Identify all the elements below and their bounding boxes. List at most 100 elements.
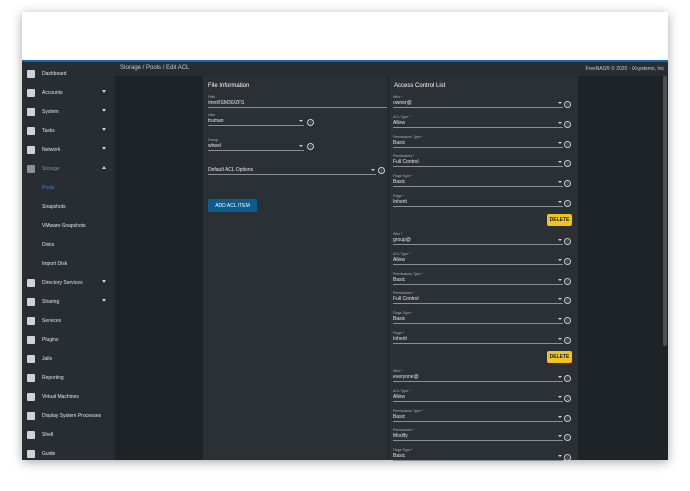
help-icon[interactable]: ? [564,454,571,462]
breadcrumb-bar: Storage / Pools / Edit ACL FreeNAS® © 20… [115,62,668,76]
dropdown-arrow-icon [558,201,562,203]
plugins-icon [27,335,35,344]
permissions-select[interactable]: Permissions * Modify [393,428,563,442]
acl-type-select[interactable]: ACL Type * Allow [393,389,563,402]
dropdown-arrow-icon [558,258,562,261]
who-select[interactable]: Who * everyone@ [393,369,563,382]
dropdown-arrow-icon [558,435,562,438]
help-icon[interactable]: ? [564,140,571,148]
help-icon[interactable]: ? [564,394,571,402]
sidebar-item-snapshots[interactable]: Snapshots [22,197,115,216]
flags-type-select[interactable]: Flags Type * Basic [393,174,563,188]
group-field[interactable]: Group wheel [208,138,304,151]
breadcrumb[interactable]: Storage / Pools / Edit ACL [120,65,189,71]
reporting-icon [27,373,35,382]
tasks-icon [27,126,35,135]
dropdown-arrow-icon [558,181,562,184]
jails-icon [27,354,35,363]
permissions-type-select[interactable]: Permissions Type * Basic [393,409,563,422]
flags-select[interactable]: Flags * Inherit [393,194,563,207]
help-icon[interactable]: ? [564,257,571,265]
processes-icon [27,411,35,420]
flags-type-select[interactable]: Flags Type * Basic [393,448,563,462]
guide-icon [27,449,35,458]
dropdown-arrow-icon [558,102,562,104]
help-icon[interactable]: ? [307,143,314,150]
help-icon[interactable]: ? [564,414,571,422]
accounts-icon [27,88,35,97]
sidebar-item-shell[interactable]: Shell [22,425,115,444]
chevron-down-icon [102,280,106,283]
sidebar-item-directory-services[interactable]: Directory Services [22,273,115,292]
sidebar-item-display-system-processes[interactable]: Display System Processes [22,406,115,425]
dropdown-arrow-icon [558,121,562,124]
dropdown-arrow-icon [558,298,562,301]
permissions-select[interactable]: Permissions * Full Control [393,291,563,305]
dropdown-arrow-icon [558,415,562,418]
help-icon[interactable]: ? [564,238,571,245]
sidebar-item-plugins[interactable]: Plugins [22,330,115,349]
sidebar-item-disks[interactable]: Disks [22,235,115,254]
delete-acl-item-button[interactable]: DELETE [547,214,572,226]
delete-acl-item-button[interactable]: DELETE [547,351,572,363]
dropdown-arrow-icon [558,239,562,241]
dropdown-arrow-icon [558,395,562,398]
sidebar-item-reporting[interactable]: Reporting [22,368,115,387]
dropdown-arrow-icon [299,120,303,122]
dropdown-arrow-icon [558,318,562,321]
chevron-down-icon [102,299,106,302]
storage-icon [27,164,35,173]
help-icon[interactable]: ? [564,101,571,108]
acl-type-select[interactable]: ACL Type * Allow [393,252,563,265]
path-field[interactable]: Path /mnt/ISM30/ZFS [208,95,387,108]
sidebar-item-dashboard[interactable]: Dashboard [22,64,115,83]
sidebar-item-guide[interactable]: Guide [22,444,115,460]
flags-type-select[interactable]: Flags Type * Basic [393,311,563,325]
sidebar-item-vmware-snapshots[interactable]: VMware-Snapshots [22,216,115,235]
help-icon[interactable]: ? [564,375,571,382]
scrollbar[interactable] [663,76,667,346]
sidebar-item-pools[interactable]: Pools [22,178,115,197]
sidebar-item-tasks[interactable]: Tasks [22,121,115,140]
sidebar-item-virtual-machines[interactable]: Virtual Machines [22,387,115,406]
directory-services-icon [27,278,35,287]
sidebar-item-network[interactable]: Network [22,140,115,159]
permissions-type-select[interactable]: Permissions Type * Basic [393,272,563,285]
dropdown-arrow-icon [558,376,562,378]
right-gutter [578,76,668,460]
dropdown-arrow-icon [558,278,562,281]
system-icon [27,107,35,116]
flags-select[interactable]: Flags * Inherit [393,331,563,344]
sidebar-item-sharing[interactable]: Sharing [22,292,115,311]
dropdown-arrow-icon [558,141,562,144]
chevron-down-icon [102,90,106,93]
sidebar-item-import-disk[interactable]: Import Disk [22,254,115,273]
virtual-machines-icon [27,392,35,401]
help-icon[interactable]: ? [564,120,571,128]
access-control-list-title: Access Control List [394,83,446,89]
dropdown-arrow-icon [558,161,562,164]
default-acl-options-select[interactable]: Default ACL Options [208,166,376,175]
help-icon[interactable]: ? [564,200,571,207]
help-icon[interactable]: ? [307,119,314,126]
who-select[interactable]: Who * owner@ [393,95,563,108]
sidebar-item-accounts[interactable]: Accounts [22,83,115,102]
user-field[interactable]: User truman [208,113,304,126]
sidebar-item-storage[interactable]: Storage [22,159,115,178]
dropdown-arrow-icon [558,455,562,458]
permissions-type-select[interactable]: Permissions Type * Basic [393,135,563,148]
permissions-select[interactable]: Permissions * Full Control [393,154,563,168]
file-information-panel [203,76,388,460]
who-select[interactable]: Who * group@ [393,232,563,245]
chevron-up-icon [102,166,106,169]
acl-type-select[interactable]: ACL Type * Allow [393,115,563,128]
chevron-down-icon [102,147,106,150]
sidebar-item-system[interactable]: System [22,102,115,121]
add-acl-item-button[interactable]: ADD ACL ITEM [208,199,257,212]
sidebar-item-jails[interactable]: Jails [22,349,115,368]
chevron-down-icon [102,128,106,131]
help-icon[interactable]: ? [564,337,571,344]
help-icon[interactable]: ? [564,277,571,285]
sidebar-item-services[interactable]: Services [22,311,115,330]
help-icon[interactable]: ? [378,167,385,174]
